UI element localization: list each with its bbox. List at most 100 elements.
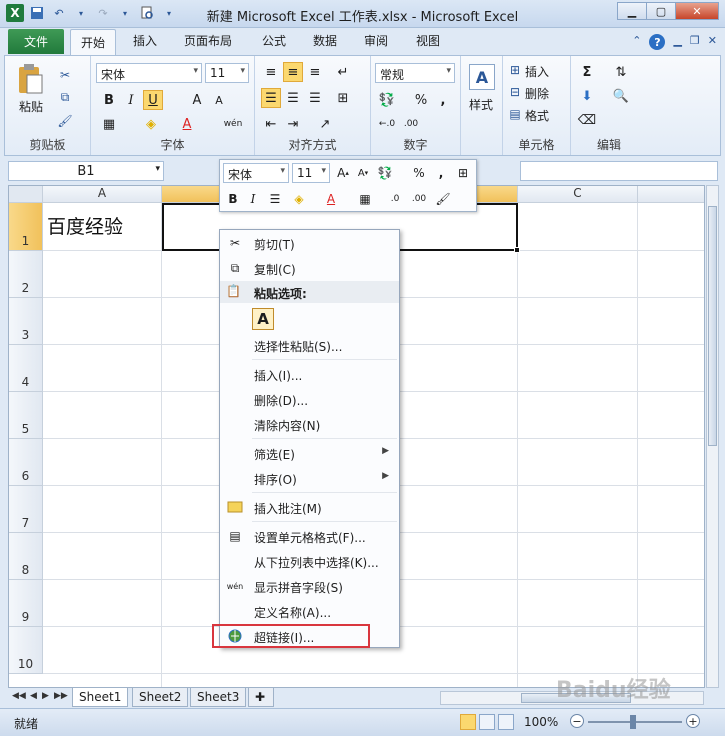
tab-formulas[interactable]: 公式 — [262, 32, 286, 49]
row-header-5[interactable]: 5 — [9, 392, 43, 439]
tab-review[interactable]: 审阅 — [364, 32, 388, 49]
menu-item-cut[interactable]: ✂ 剪切(T) — [220, 232, 399, 254]
row-header-9[interactable]: 9 — [9, 580, 43, 627]
mini-currency-icon[interactable]: 💱 — [376, 163, 394, 183]
mini-increase-decimal-icon[interactable]: .0 — [386, 189, 404, 209]
minimize-ribbon-icon[interactable]: ⌃ — [632, 34, 641, 50]
maximize-button[interactable]: ▢ — [646, 2, 676, 20]
align-right-icon[interactable]: ☰ — [305, 88, 325, 108]
vertical-scrollbar[interactable] — [706, 185, 719, 688]
page-break-view-icon[interactable] — [498, 714, 514, 730]
select-all-corner[interactable] — [9, 186, 43, 203]
row-header-8[interactable]: 8 — [9, 533, 43, 580]
format-cells-icon[interactable]: ▤ — [507, 106, 523, 122]
row-header-4[interactable]: 4 — [9, 345, 43, 392]
close-button[interactable]: ✕ — [675, 2, 719, 20]
increase-decimal-icon[interactable]: ←.0 — [377, 114, 397, 134]
format-cells-label[interactable]: 格式 — [525, 107, 549, 124]
styles-label[interactable]: 样式 — [469, 96, 493, 113]
bold-button[interactable]: B — [99, 90, 119, 110]
decrease-decimal-icon[interactable]: .00 — [401, 114, 421, 134]
row-header-2[interactable]: 2 — [9, 251, 43, 298]
align-top-icon[interactable]: ≡ — [261, 62, 281, 82]
menu-item-clear[interactable]: 清除内容(N) — [220, 413, 399, 435]
copy-icon[interactable]: ⧉ — [55, 88, 75, 106]
help-icon[interactable]: ? — [649, 34, 666, 50]
mini-merge-icon[interactable]: ⊞ — [454, 163, 472, 183]
menu-item-insert-comment[interactable]: 插入批注(M) — [220, 496, 399, 518]
mini-fill-color-icon[interactable]: ◈ — [290, 189, 308, 209]
last-sheet-icon[interactable]: ▶▶ — [54, 691, 68, 701]
row-header-3[interactable]: 3 — [9, 298, 43, 345]
insert-cells-label[interactable]: 插入 — [525, 63, 549, 80]
styles-icon[interactable]: A — [469, 64, 495, 90]
mini-italic-icon[interactable]: I — [244, 189, 262, 209]
mini-decrease-decimal-icon[interactable]: .00 — [410, 189, 428, 209]
menu-item-format-cells[interactable]: ▤ 设置单元格格式(F)... — [220, 525, 399, 547]
column-header-d[interactable]: D — [638, 186, 704, 203]
first-sheet-icon[interactable]: ◀◀ — [12, 691, 26, 701]
zoom-slider[interactable]: − + — [570, 714, 700, 729]
font-size-combo[interactable]: 11 ▾ — [205, 63, 249, 83]
column-header-c[interactable]: C — [518, 186, 638, 203]
comma-button[interactable]: , — [433, 90, 453, 110]
mini-format-painter-icon[interactable]: 🖌 — [434, 189, 452, 209]
zoom-knob[interactable] — [630, 715, 636, 729]
clear-icon[interactable]: ⌫ — [577, 110, 597, 130]
align-center-icon[interactable]: ☰ — [283, 88, 303, 108]
paste-icon[interactable] — [15, 62, 45, 96]
underline-button[interactable]: U — [143, 90, 163, 110]
cell-a1[interactable]: 百度经验 — [47, 212, 123, 239]
increase-indent-icon[interactable]: ⇥ — [283, 114, 303, 134]
mini-center-icon[interactable]: ☰ — [266, 189, 284, 209]
menu-item-copy[interactable]: ⧉ 复制(C) — [220, 257, 399, 279]
mini-font-color-icon[interactable]: A — [322, 189, 340, 209]
zoom-out-icon[interactable]: − — [570, 714, 584, 728]
menu-item-show-phonetic[interactable]: wén 显示拼音字段(S) — [220, 575, 399, 597]
row-header-7[interactable]: 7 — [9, 486, 43, 533]
workbook-minimize-icon[interactable]: ▁ — [673, 34, 681, 50]
tab-file[interactable]: 文件 — [8, 29, 64, 54]
mini-grow-font-icon[interactable]: A ▴ — [334, 163, 352, 183]
next-sheet-icon[interactable]: ▶ — [42, 691, 49, 701]
zoom-in-icon[interactable]: + — [686, 714, 700, 728]
menu-item-insert[interactable]: 插入(I)... — [220, 363, 399, 385]
menu-item-pick-from-list[interactable]: 从下拉列表中选择(K)... — [220, 550, 399, 572]
column-header-a[interactable]: A — [43, 186, 162, 203]
mini-percent-button[interactable]: % — [410, 163, 428, 183]
prev-sheet-icon[interactable]: ◀ — [30, 691, 37, 701]
tab-view[interactable]: 视图 — [416, 32, 440, 49]
mini-size-combo[interactable]: 11 ▾ — [292, 163, 330, 183]
fill-handle[interactable] — [514, 247, 520, 253]
number-format-combo[interactable]: 常规 ▾ — [375, 63, 455, 83]
font-name-combo[interactable]: 宋体 ▾ — [96, 63, 202, 83]
tab-insert[interactable]: 插入 — [133, 32, 157, 49]
row-header-1[interactable]: 1 — [9, 203, 43, 251]
currency-icon[interactable]: 💱 — [377, 90, 397, 110]
insert-cells-icon[interactable]: ⊞ — [507, 62, 523, 78]
decrease-indent-icon[interactable]: ⇤ — [261, 114, 281, 134]
delete-cells-label[interactable]: 删除 — [525, 85, 549, 102]
menu-item-sort[interactable]: 排序(O) ▶ — [220, 467, 399, 489]
italic-button[interactable]: I — [121, 90, 141, 110]
tab-page-layout[interactable]: 页面布局 — [184, 32, 232, 49]
tab-home[interactable]: 开始 — [70, 29, 117, 55]
paste-keep-text-button[interactable]: A — [252, 308, 274, 330]
new-sheet-icon[interactable]: ✚ — [248, 688, 274, 707]
orientation-icon[interactable]: ↗ — [315, 114, 335, 134]
menu-item-define-name[interactable]: 定义名称(A)... — [220, 600, 399, 622]
menu-item-filter[interactable]: 筛选(E) ▶ — [220, 442, 399, 464]
menu-item-paste-special[interactable]: 选择性粘贴(S)... — [220, 334, 399, 356]
zoom-level[interactable]: 100% — [524, 715, 558, 729]
formula-input[interactable] — [520, 161, 718, 181]
phonetic-button[interactable]: wén — [219, 114, 247, 134]
fill-color-icon[interactable]: ◈ — [141, 114, 161, 134]
workbook-close-icon[interactable]: ✕ — [708, 34, 717, 50]
shrink-font-button[interactable]: A — [209, 90, 229, 110]
align-bottom-icon[interactable]: ≡ — [305, 62, 325, 82]
merge-center-icon[interactable]: ⊞ — [333, 88, 353, 108]
wrap-text-icon[interactable]: ↵ — [333, 62, 353, 82]
align-middle-icon[interactable]: ≡ — [283, 62, 303, 82]
delete-cells-icon[interactable]: ⊟ — [507, 84, 523, 100]
mini-border-icon[interactable]: ▦ — [356, 189, 374, 209]
